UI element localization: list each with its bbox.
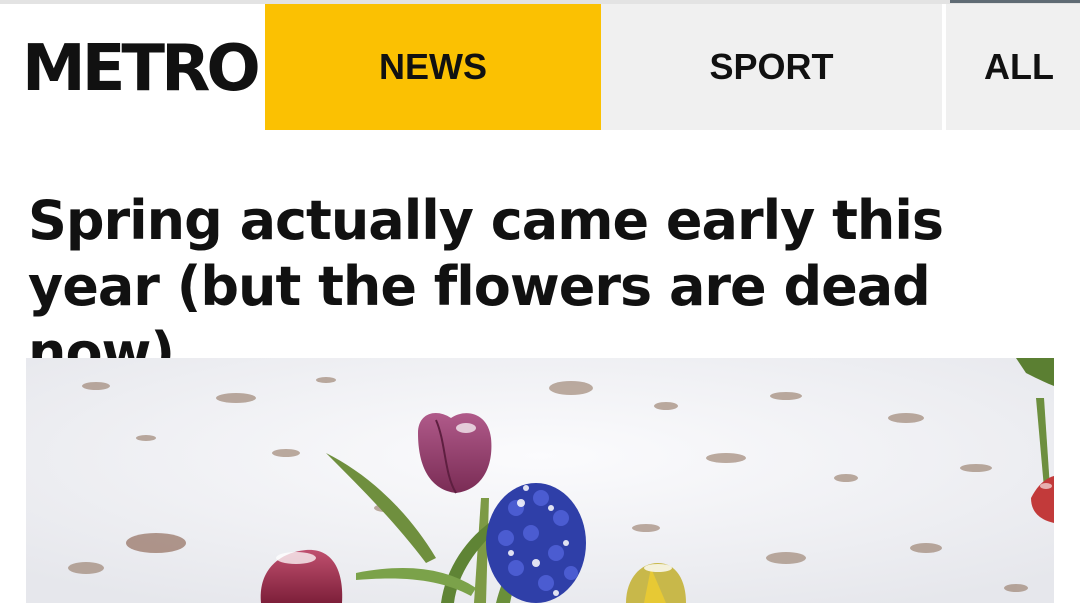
status-strip-indicator bbox=[950, 0, 1080, 3]
metro-logo[interactable]: METRO bbox=[22, 34, 261, 104]
hero-image[interactable] bbox=[26, 358, 1054, 603]
blue-hyacinth bbox=[486, 483, 586, 603]
nav-tab-all[interactable]: ALL bbox=[946, 4, 1080, 130]
nav-tab-news-label: NEWS bbox=[379, 46, 487, 87]
nav-tab-all-label: ALL bbox=[984, 46, 1054, 87]
snow-flowers-illustration bbox=[26, 358, 1054, 603]
nav-tab-news[interactable]: NEWS bbox=[265, 4, 601, 130]
article-headline[interactable]: Spring actually came early this year (bu… bbox=[28, 188, 1058, 386]
page: METRO NEWS SPORT ALL Spring actually cam… bbox=[0, 0, 1080, 603]
nav-tab-sport-label: SPORT bbox=[709, 46, 834, 87]
nav-tab-sport[interactable]: SPORT bbox=[601, 4, 942, 130]
